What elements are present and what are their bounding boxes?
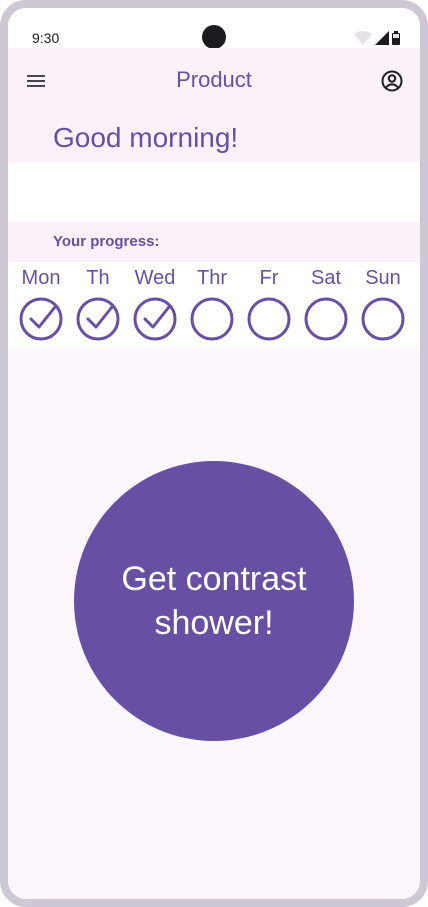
day-label: Fr [259, 267, 279, 289]
contrast-shower-button[interactable]: Get contrast shower! [74, 461, 354, 741]
day-label: Th [86, 267, 110, 289]
status-time: 9:30 [32, 30, 60, 46]
camera-cutout [202, 25, 226, 49]
day-item: Wed [130, 262, 180, 349]
day-item: Thr [187, 262, 237, 349]
wifi-icon [354, 31, 372, 45]
phone-frame: 9:30 Product Good morning! Your progress… [0, 0, 428, 907]
top-app-bar: Product [8, 48, 420, 112]
day-label: Sun [365, 267, 401, 289]
empty-circle-icon [247, 297, 291, 341]
status-bar: 9:30 [8, 8, 420, 49]
check-circle-icon [133, 297, 177, 341]
greeting-section: Good morning! [8, 112, 420, 162]
spacer [8, 162, 420, 222]
empty-circle-icon [304, 297, 348, 341]
contrast-shower-button-label: Get contrast shower! [121, 560, 307, 642]
day-label: Thr [197, 267, 227, 289]
day-item: Sat [301, 262, 351, 349]
day-label: Mon [21, 267, 61, 289]
day-item: Th [73, 262, 123, 349]
day-item: Fr [244, 262, 294, 349]
progress-header: Your progress: [8, 222, 420, 262]
status-icons [354, 30, 400, 46]
empty-circle-icon [361, 297, 405, 341]
day-label: Wed [134, 267, 176, 289]
day-label: Sat [310, 267, 342, 289]
day-item: Mon [16, 262, 66, 349]
progress-days-row: Mon Th Wed Thr Fr Sat Sun [8, 262, 420, 349]
greeting-text: Good morning! [53, 122, 239, 153]
account-circle-icon[interactable] [380, 69, 404, 93]
cellular-signal-icon [375, 31, 389, 45]
battery-icon [392, 31, 400, 45]
check-circle-icon [19, 297, 63, 341]
progress-label: Your progress: [53, 233, 160, 250]
empty-circle-icon [190, 297, 234, 341]
day-item: Sun [358, 262, 408, 349]
app-title: Product [176, 67, 252, 92]
check-circle-icon [76, 297, 120, 341]
